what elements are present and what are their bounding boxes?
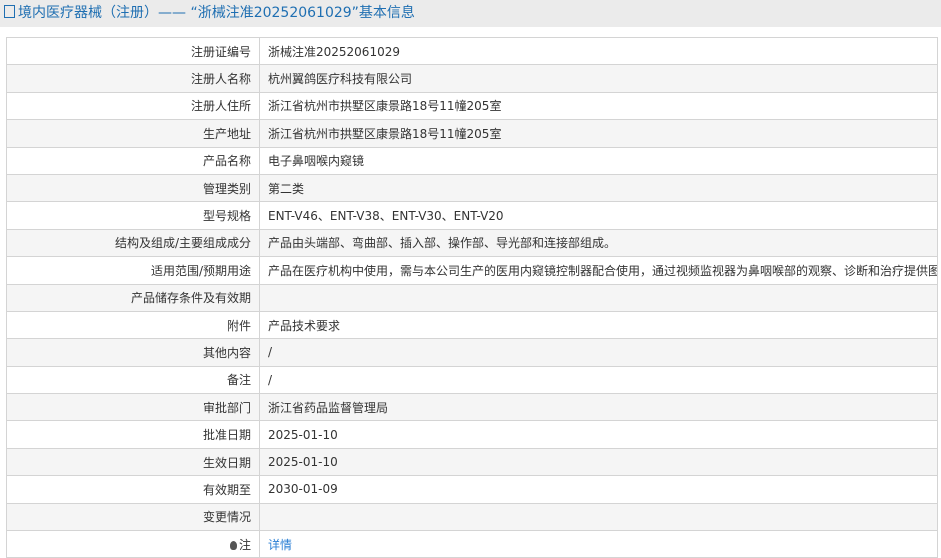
row-label: 批准日期 xyxy=(6,420,260,449)
row-label: 注册人名称 xyxy=(6,64,260,93)
table-row: 产品名称 电子鼻咽喉内窥镜 xyxy=(6,146,938,175)
row-label: 其他内容 xyxy=(6,338,260,367)
table-row: 型号规格 ENT-V46、ENT-V38、ENT-V30、ENT-V20 xyxy=(6,201,938,230)
row-value: 产品由头端部、弯曲部、插入部、操作部、导光部和连接部组成。 xyxy=(259,228,938,258)
row-label: 产品名称 xyxy=(6,146,260,175)
row-value: / xyxy=(259,338,938,367)
row-label: 管理类别 xyxy=(6,173,260,203)
row-value: 浙江省药品监督管理局 xyxy=(259,393,938,422)
table-row: 变更情况 xyxy=(6,502,938,532)
row-label: 注册证编号 xyxy=(6,36,260,66)
row-label: 有效期至 xyxy=(6,475,260,504)
row-value: 产品技术要求 xyxy=(259,310,938,340)
note-value-cell: 详情 xyxy=(259,530,938,558)
row-label: 生效日期 xyxy=(6,447,260,477)
table-row: 适用范围/预期用途 产品在医疗机构中使用，需与本公司生产的医用内窥镜控制器配合使用… xyxy=(6,256,938,285)
note-row: 注 详情 xyxy=(6,530,938,558)
row-label: 附件 xyxy=(6,310,260,340)
info-table: 注册证编号 浙械注准20252061029 注册人名称 杭州翼鸽医疗科技有限公司 注册人… xyxy=(6,36,938,558)
table-row: 附件 产品技术要求 xyxy=(6,310,938,340)
note-label: 注 xyxy=(238,537,251,552)
document-icon xyxy=(4,5,15,18)
lightbulb-icon xyxy=(229,540,237,550)
table-row: 其他内容 / xyxy=(6,338,938,367)
table-row: 有效期至 2030-01-09 xyxy=(6,475,938,504)
row-label: 结构及组成/主要组成成分 xyxy=(6,228,260,258)
table-row: 审批部门 浙江省药品监督管理局 xyxy=(6,393,938,422)
row-value: 2030-01-09 xyxy=(259,475,938,504)
note-label-cell: 注 xyxy=(6,530,260,558)
row-label: 适用范围/预期用途 xyxy=(6,256,260,285)
table-row: 结构及组成/主要组成成分 产品由头端部、弯曲部、插入部、操作部、导光部和连接部组成… xyxy=(6,228,938,258)
row-value: / xyxy=(259,365,938,395)
row-label: 型号规格 xyxy=(6,201,260,230)
page-title-text: 境内医疗器械（注册）—— “浙械注准20252061029”基本信息 xyxy=(18,5,415,21)
table-row: 注册人住所 浙江省杭州市拱墅区康景路18号11幢205室 xyxy=(6,91,938,121)
table-row: 管理类别 第二类 xyxy=(6,173,938,203)
table-row: 生效日期 2025-01-10 xyxy=(6,447,938,477)
row-label: 生产地址 xyxy=(6,119,260,148)
row-value: ENT-V46、ENT-V38、ENT-V30、ENT-V20 xyxy=(259,201,938,230)
row-value: 电子鼻咽喉内窥镜 xyxy=(259,146,938,175)
row-value: 浙江省杭州市拱墅区康景路18号11幢205室 xyxy=(259,91,938,121)
page-title: 境内医疗器械（注册）—— “浙械注准20252061029”基本信息 xyxy=(0,0,941,27)
table-row: 产品储存条件及有效期 xyxy=(6,283,938,312)
row-label: 变更情况 xyxy=(6,502,260,532)
table-row: 备注 / xyxy=(6,365,938,395)
table-row: 注册人名称 杭州翼鸽医疗科技有限公司 xyxy=(6,64,938,93)
row-label: 注册人住所 xyxy=(6,91,260,121)
table-row: 生产地址 浙江省杭州市拱墅区康景路18号11幢205室 xyxy=(6,119,938,148)
row-label: 审批部门 xyxy=(6,393,260,422)
row-value xyxy=(259,502,938,532)
row-value: 第二类 xyxy=(259,173,938,203)
table-row: 注册证编号 浙械注准20252061029 xyxy=(6,36,938,66)
row-value: 杭州翼鸽医疗科技有限公司 xyxy=(259,64,938,93)
row-value: 2025-01-10 xyxy=(259,447,938,477)
row-value: 产品在医疗机构中使用，需与本公司生产的医用内窥镜控制器配合使用，通过视频监视器为… xyxy=(259,256,938,285)
row-label: 产品储存条件及有效期 xyxy=(6,283,260,312)
row-value: 浙械注准20252061029 xyxy=(259,36,938,66)
row-value: 浙江省杭州市拱墅区康景路18号11幢205室 xyxy=(259,119,938,148)
row-value xyxy=(259,283,938,312)
details-link[interactable]: 详情 xyxy=(268,538,292,552)
table-row: 批准日期 2025-01-10 xyxy=(6,420,938,449)
row-value: 2025-01-10 xyxy=(259,420,938,449)
row-label: 备注 xyxy=(6,365,260,395)
